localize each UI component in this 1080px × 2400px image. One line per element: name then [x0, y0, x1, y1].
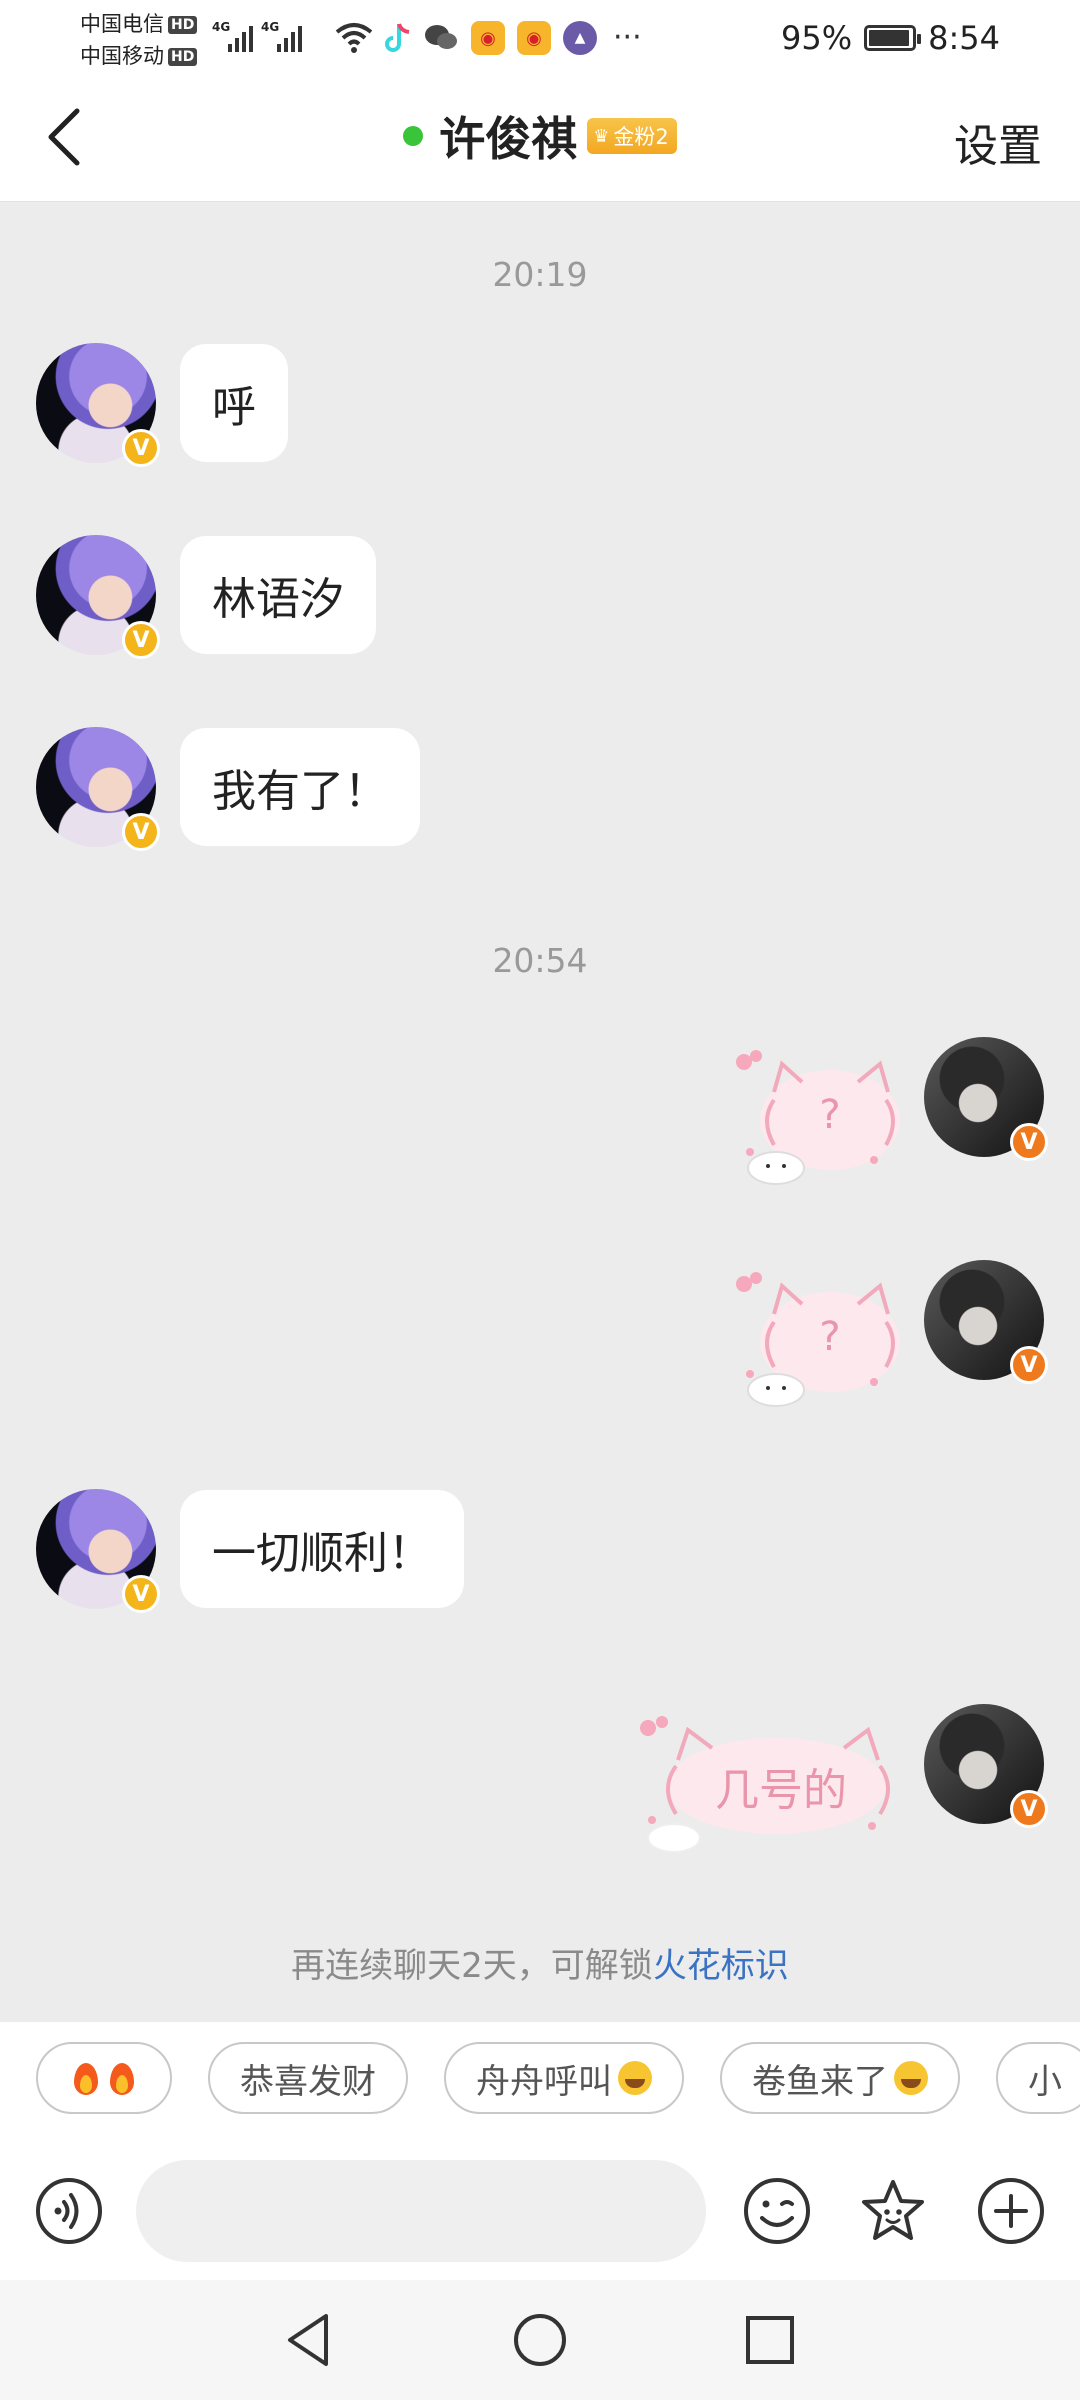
- streak-hint: 再连续聊天2天，可解锁火花标识: [0, 1938, 1080, 1987]
- online-status-dot: [403, 126, 424, 146]
- message-bubble[interactable]: 一切顺利！: [180, 1490, 464, 1608]
- status-right: 95% 8:54: [781, 16, 1000, 60]
- carrier-1: 中国电信: [80, 12, 164, 36]
- input-bar: [0, 2156, 1080, 2280]
- streak-text: 再连续聊天2天，可解锁: [291, 1946, 653, 1986]
- more-notifications-icon: ···: [613, 20, 642, 55]
- battery-icon: [864, 25, 922, 51]
- plus-icon[interactable]: [976, 2176, 1046, 2246]
- verified-badge-icon: V: [1010, 1346, 1048, 1384]
- quick-reply-chip[interactable]: 卷鱼来了: [720, 2042, 960, 2114]
- message-bubble[interactable]: 我有了！: [180, 728, 420, 846]
- nav-home-icon[interactable]: [508, 2308, 572, 2372]
- laughing-emoji-icon: [618, 2061, 652, 2095]
- settings-button[interactable]: 设置: [954, 110, 1042, 174]
- contact-avatar[interactable]: V: [36, 535, 160, 659]
- sticker-message[interactable]: ?: [730, 1262, 910, 1412]
- title-wrap: 许俊祺 ♛ 金粉2: [0, 106, 1080, 166]
- verified-badge-icon: V: [122, 813, 160, 851]
- emoji-icon[interactable]: [742, 2176, 812, 2246]
- nav-back-icon[interactable]: [278, 2308, 342, 2372]
- sticker-text: ?: [819, 1092, 841, 1138]
- carrier-info: 中国电信 HD 中国移动 HD: [80, 8, 198, 72]
- quick-reply-fire[interactable]: [36, 2042, 172, 2114]
- verified-badge-icon: V: [122, 621, 160, 659]
- chat-header: 许俊祺 ♛ 金粉2 设置: [0, 80, 1080, 202]
- game-app-icon: ▲: [563, 21, 597, 55]
- wechat-icon: [425, 25, 457, 49]
- sticker-text: ?: [819, 1314, 841, 1360]
- verified-badge-icon: V: [122, 1575, 160, 1613]
- crown-icon: ♛: [593, 125, 610, 147]
- hd-icon: HD: [168, 48, 198, 66]
- battery-percent: 95%: [781, 19, 853, 57]
- clock: 8:54: [928, 19, 1000, 57]
- tiktok-icon: [385, 23, 410, 52]
- quick-reply-label: 小: [1028, 2061, 1062, 2102]
- smiling-emoji-icon: [894, 2061, 928, 2095]
- verified-badge-icon: V: [1010, 1790, 1048, 1828]
- quick-reply-label: 恭喜发财: [240, 2061, 376, 2102]
- fire-icon: [71, 2059, 101, 2097]
- contact-name[interactable]: 许俊祺: [439, 103, 577, 169]
- quick-replies-bar: 恭喜发财 舟舟呼叫 卷鱼来了 小: [0, 2022, 1080, 2156]
- quick-reply-chip[interactable]: 小: [996, 2042, 1080, 2114]
- sticker-text: 几号的: [715, 1765, 847, 1816]
- star-sticker-icon[interactable]: [858, 2176, 928, 2246]
- signal-icons: 4G 4G: [212, 20, 302, 52]
- message-input[interactable]: [136, 2160, 706, 2262]
- quick-reply-chip[interactable]: 恭喜发财: [208, 2042, 408, 2114]
- message-bubble[interactable]: 林语汐: [180, 536, 376, 654]
- my-avatar[interactable]: V: [924, 1704, 1048, 1828]
- fan-level-badge[interactable]: ♛ 金粉2: [587, 118, 677, 154]
- notification-icons: ◉ ◉ ▲ ···: [335, 18, 642, 58]
- fire-icon: [107, 2059, 137, 2097]
- my-avatar[interactable]: V: [924, 1260, 1048, 1384]
- message-bubble[interactable]: 呼: [180, 344, 288, 462]
- quick-reply-label: 舟舟呼叫: [476, 2061, 612, 2102]
- status-bar: 中国电信 HD 中国移动 HD 4G 4G ◉ ◉ ▲ ··· 95% 8:54: [0, 0, 1080, 80]
- spark-badge-link[interactable]: 火花标识: [653, 1946, 789, 1986]
- nav-recents-icon[interactable]: [738, 2308, 802, 2372]
- quick-reply-label: 卷鱼来了: [752, 2061, 888, 2102]
- verified-badge-icon: V: [1010, 1123, 1048, 1161]
- carrier-2: 中国移动: [80, 44, 164, 68]
- weibo-icon: ◉: [471, 21, 505, 55]
- timestamp: 20:19: [492, 255, 588, 294]
- timestamp: 20:54: [492, 941, 588, 980]
- contact-avatar[interactable]: V: [36, 727, 160, 851]
- voice-input-icon[interactable]: [34, 2176, 104, 2246]
- weibo-icon: ◉: [517, 21, 551, 55]
- signal-icon: 4G: [212, 20, 253, 52]
- wifi-icon: [335, 23, 373, 53]
- verified-badge-icon: V: [122, 429, 160, 467]
- contact-avatar[interactable]: V: [36, 343, 160, 467]
- sticker-message[interactable]: ?: [730, 1040, 910, 1190]
- system-nav-bar: [0, 2280, 1080, 2400]
- quick-reply-chip[interactable]: 舟舟呼叫: [444, 2042, 684, 2114]
- sticker-message[interactable]: 几号的: [636, 1708, 906, 1858]
- fan-level-label: 金粉2: [613, 125, 669, 149]
- hd-icon: HD: [168, 16, 198, 34]
- contact-avatar[interactable]: V: [36, 1489, 160, 1613]
- signal-icon: 4G: [261, 20, 302, 52]
- my-avatar[interactable]: V: [924, 1037, 1048, 1161]
